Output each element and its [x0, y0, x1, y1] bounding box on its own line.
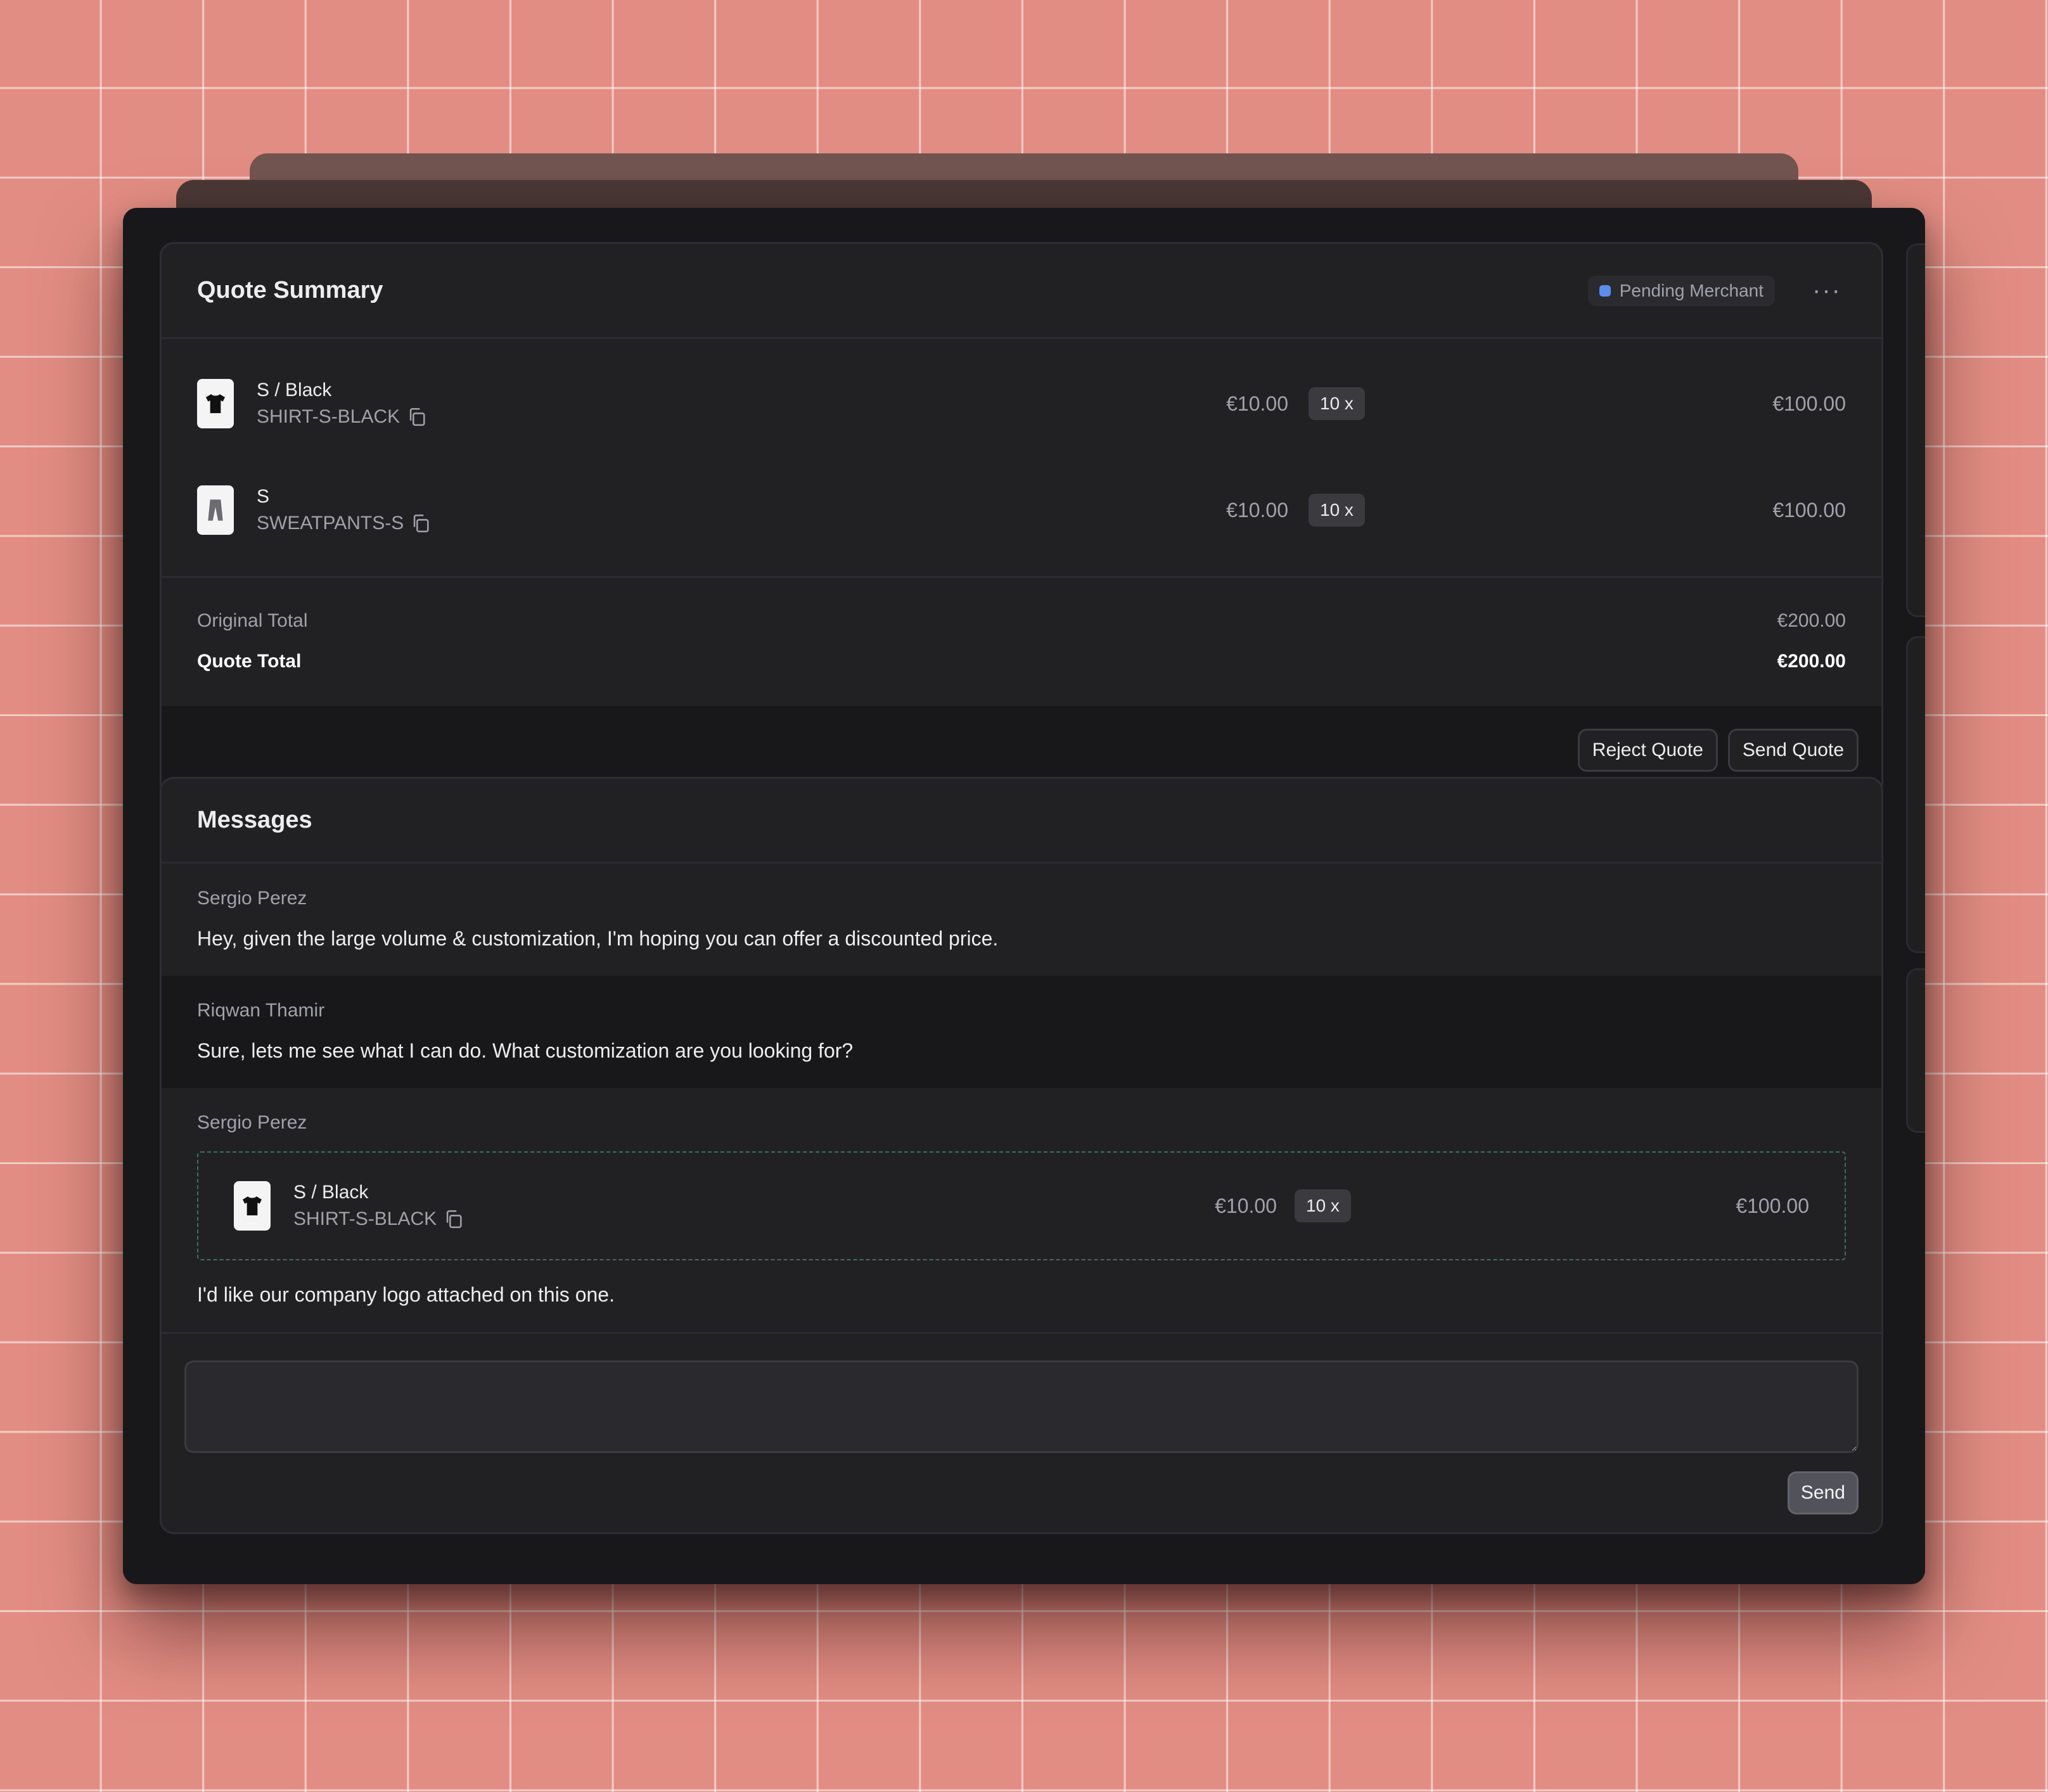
tshirt-icon [206, 394, 225, 413]
messages-title: Messages [197, 807, 312, 833]
item-unit-price: €10.00 [1215, 1194, 1277, 1217]
item-quantity-badge: 10 x [1309, 494, 1365, 527]
quote-total-label: Quote Total [197, 651, 302, 672]
more-horizontal-icon[interactable]: ··· [1808, 272, 1846, 310]
quote-summary-header: Quote Summary Pending Merchant ··· [162, 244, 1881, 339]
side-panel-edge-middle [1906, 636, 1925, 953]
product-thumbnail [197, 379, 234, 428]
item-variant: S [257, 486, 270, 507]
message-text: Hey, given the large volume & customizat… [197, 927, 999, 950]
status-dot-icon [1599, 285, 1611, 297]
quote-summary-card: Quote Summary Pending Merchant ··· S / B… [160, 242, 1883, 797]
message-author: Riqwan Thamir [197, 1000, 325, 1021]
status-label: Pending Merchant [1619, 280, 1763, 300]
product-thumbnail [234, 1181, 271, 1231]
send-message-button[interactable]: Send [1787, 1471, 1859, 1514]
item-unit-price: €10.00 [1226, 498, 1288, 522]
item-sku: SHIRT-S-BLACK [293, 1208, 437, 1229]
message-author: Sergio Perez [197, 1112, 307, 1133]
reject-quote-button[interactable]: Reject Quote [1577, 729, 1718, 772]
item-unit-price: €10.00 [1226, 392, 1288, 415]
status-badge: Pending Merchant [1587, 275, 1775, 306]
message-composer: Send [162, 1332, 1881, 1532]
tshirt-icon [243, 1196, 262, 1215]
item-variant: S / Black [293, 1182, 369, 1203]
quote-total-value: €200.00 [1777, 651, 1846, 672]
message-item: Sergio Perez S / Black SHIRT-S-BLACK €10… [162, 1088, 1881, 1332]
item-quantity-badge: 10 x [1309, 387, 1365, 420]
item-sku: SHIRT-S-BLACK [257, 406, 400, 427]
attached-line-item[interactable]: S / Black SHIRT-S-BLACK €10.00 10 x €100… [197, 1151, 1846, 1260]
quote-line-item: S / Black SHIRT-S-BLACK €10.00 10 x €100… [162, 350, 1881, 457]
sweatpants-icon [208, 499, 223, 521]
item-line-total: €100.00 [1772, 498, 1846, 522]
message-item: Sergio Perez Hey, given the large volume… [162, 864, 1881, 976]
messages-card: Messages Sergio Perez Hey, given the lar… [160, 777, 1883, 1534]
item-variant: S / Black [257, 380, 332, 400]
item-sku: SWEATPANTS-S [257, 513, 404, 534]
message-text: Sure, lets me see what I can do. What cu… [197, 1039, 854, 1062]
quote-summary-title: Quote Summary [197, 277, 383, 304]
message-author: Sergio Perez [197, 888, 307, 909]
side-panel-edge-top [1906, 243, 1925, 617]
message-text: I'd like our company logo attached on th… [197, 1283, 615, 1306]
quote-totals: Original Total €200.00 Quote Total €200.… [162, 578, 1881, 706]
item-line-total: €100.00 [1736, 1194, 1809, 1217]
quote-line-item: S SWEATPANTS-S €10.00 10 x €100.00 [162, 457, 1881, 563]
side-panel-edge-bottom [1906, 968, 1925, 1133]
copy-icon[interactable] [406, 406, 428, 428]
item-line-total: €100.00 [1772, 392, 1846, 415]
app-window: Quote Summary Pending Merchant ··· S / B… [123, 208, 1925, 1584]
original-total-value: €200.00 [1777, 610, 1846, 631]
product-thumbnail [197, 485, 234, 535]
message-item: Riqwan Thamir Sure, lets me see what I c… [162, 976, 1881, 1088]
copy-icon[interactable] [443, 1208, 464, 1230]
quote-line-items: S / Black SHIRT-S-BLACK €10.00 10 x €100… [162, 339, 1881, 578]
copy-icon[interactable] [410, 513, 432, 534]
item-quantity-badge: 10 x [1295, 1189, 1351, 1222]
send-quote-button[interactable]: Send Quote [1727, 729, 1859, 772]
original-total-label: Original Total [197, 610, 308, 631]
messages-header: Messages [162, 779, 1881, 864]
message-input[interactable] [184, 1360, 1859, 1453]
